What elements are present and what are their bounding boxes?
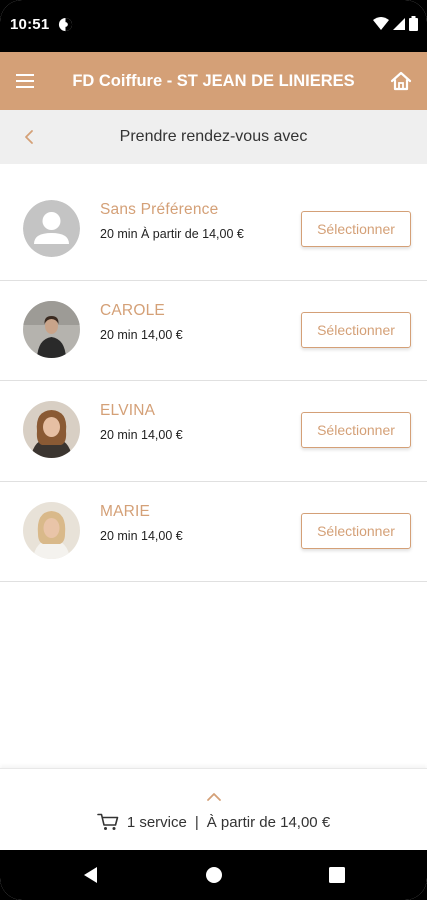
nav-back-button[interactable]	[80, 865, 100, 885]
cart-separator: |	[194, 813, 199, 831]
system-nav-bar	[0, 850, 427, 900]
nav-home-icon	[206, 867, 222, 883]
home-icon	[390, 71, 412, 91]
status-time: 10:51	[10, 16, 50, 33]
sub-header-title: Prendre rendez-vous avec	[119, 128, 308, 145]
wifi-icon	[373, 16, 389, 30]
select-button[interactable]: Sélectionner	[301, 211, 411, 247]
expand-cart-button[interactable]	[203, 789, 225, 805]
nav-recents-icon	[329, 867, 345, 883]
staff-name: CAROLE	[100, 301, 165, 319]
nav-recents-button[interactable]	[327, 865, 347, 885]
staff-name: Sans Préférence	[100, 201, 219, 218]
staff-info: 20 min 14,00 €	[100, 327, 183, 342]
staff-name: MARIE	[100, 502, 151, 520]
shopping-cart-icon	[97, 813, 119, 830]
select-button[interactable]: Sélectionner	[301, 412, 411, 448]
staff-name: ELVINA	[100, 402, 156, 419]
cart-bar[interactable]: 1 service | À partir de 14,00 €	[0, 768, 427, 850]
staff-photo-avatar	[23, 300, 80, 358]
default-user-avatar	[23, 200, 80, 257]
status-icons	[373, 16, 418, 31]
cell-signal-icon	[393, 17, 405, 30]
staff-info: 20 min 14,00 €	[100, 528, 183, 543]
status-bar: 10:51	[0, 0, 427, 52]
select-button[interactable]: Sélectionner	[301, 311, 411, 348]
battery-icon	[409, 16, 418, 31]
staff-row: Sans Préférence 20 min À partir de 14,00…	[0, 180, 427, 281]
chevron-up-icon	[207, 793, 221, 801]
nav-back-icon	[84, 867, 97, 883]
staff-row: ELVINA 20 min 14,00 € Sélectionner	[0, 381, 427, 482]
staff-info: 20 min À partir de 14,00 €	[100, 227, 244, 241]
app-screen: 10:51 FD Coiffure - ST JEAN DE LINIERES …	[0, 0, 427, 900]
cart-price: À partir de 14,00 €	[206, 813, 331, 831]
home-button[interactable]	[387, 67, 415, 95]
cart-summary: 1 service | À partir de 14,00 €	[0, 813, 427, 831]
staff-list: Sans Préférence 20 min À partir de 14,00…	[0, 180, 427, 582]
staff-row: CAROLE 20 min 14,00 € Sélectionner	[0, 281, 427, 381]
staff-info: 20 min 14,00 €	[100, 428, 183, 442]
staff-photo-avatar	[23, 501, 80, 559]
app-header: FD Coiffure - ST JEAN DE LINIERES	[0, 52, 427, 110]
select-button[interactable]: Sélectionner	[301, 512, 411, 549]
staff-photo-avatar	[23, 401, 80, 458]
nav-home-button[interactable]	[204, 865, 224, 885]
cart-count: 1 service	[126, 813, 187, 831]
app-notification-icon	[58, 17, 73, 32]
header-title: FD Coiffure - ST JEAN DE LINIERES	[72, 72, 355, 90]
staff-row: MARIE 20 min 14,00 € Sélectionner	[0, 482, 427, 582]
sub-header: Prendre rendez-vous avec	[0, 110, 427, 164]
